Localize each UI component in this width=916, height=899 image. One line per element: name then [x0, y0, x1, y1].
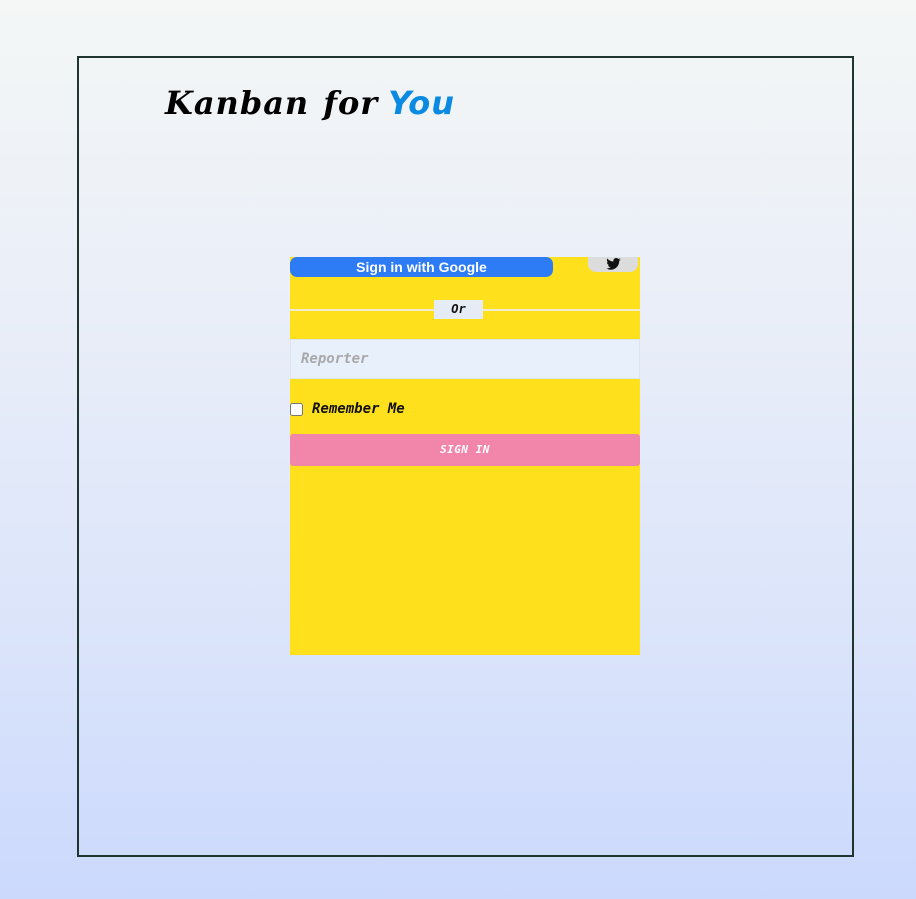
reporter-input[interactable] — [290, 339, 640, 379]
sign-in-button[interactable]: SIGN IN — [290, 434, 640, 466]
app-title-word-you: You — [388, 84, 455, 122]
twitter-signin-button[interactable] — [588, 257, 638, 272]
twitter-bird-icon — [605, 255, 621, 274]
login-card: Sign in with Google Or Remember Me SIGN … — [290, 257, 640, 655]
remember-me-checkbox[interactable] — [290, 402, 303, 416]
app-title: Kanban for You — [165, 84, 455, 122]
or-divider-label: Or — [434, 300, 483, 319]
google-signin-button[interactable]: Sign in with Google — [290, 257, 553, 277]
remember-me-label: Remember Me — [312, 401, 405, 417]
app-title-word-for: for — [323, 84, 379, 122]
remember-me-row: Remember Me — [290, 400, 405, 418]
app-title-word-kanban: Kanban — [165, 84, 310, 122]
